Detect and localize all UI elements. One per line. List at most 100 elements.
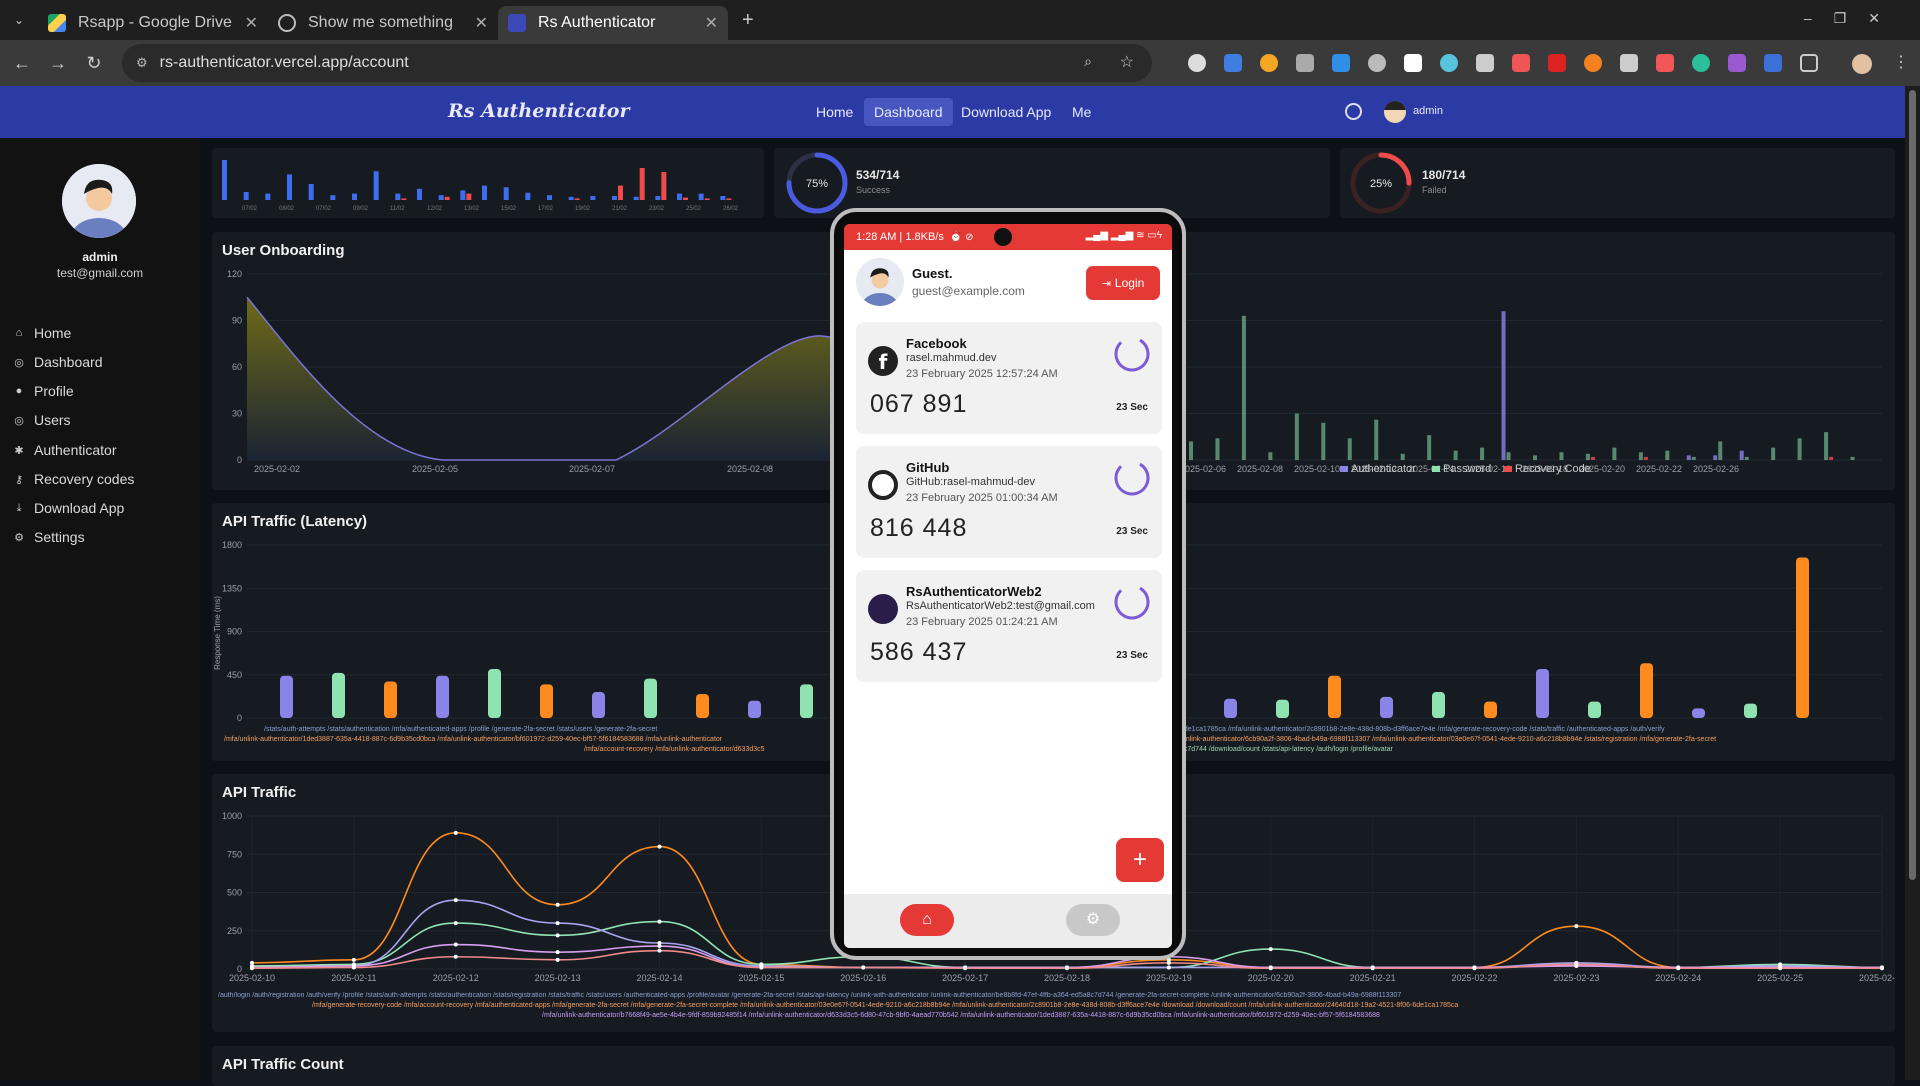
sidebar-item-home[interactable]: ⌂ Home xyxy=(12,325,72,341)
tab-rs-authenticator[interactable]: Rs Authenticator ✕ xyxy=(498,6,728,40)
bar xyxy=(1850,456,1855,460)
github-icon xyxy=(868,470,898,500)
nav-download-app[interactable]: Download App xyxy=(951,98,1061,126)
sidebar-item-profile[interactable]: ● Profile xyxy=(12,383,74,399)
sidebar-item-download-app[interactable]: ⤓ Download App xyxy=(12,500,125,516)
latency-legend-row: 2c7d744 /download/count /stats/api-laten… xyxy=(1180,746,1393,753)
extension-icon[interactable] xyxy=(1584,54,1602,72)
extension-icon[interactable] xyxy=(1404,54,1422,72)
extension-icon[interactable] xyxy=(1728,54,1746,72)
address-bar[interactable]: ⚙ rs-authenticator.vercel.app/account ⌕ … xyxy=(122,44,1152,82)
settings-tab-icon[interactable]: ⚙ xyxy=(1066,904,1120,936)
data-point xyxy=(555,921,560,926)
sidebar-item-authenticator[interactable]: ✱ Authenticator xyxy=(12,442,116,458)
otp-code[interactable]: 067 891 xyxy=(870,390,967,419)
header-avatar[interactable] xyxy=(1384,101,1406,123)
account-card-github[interactable]: GitHub GitHub:rasel-mahmud-dev 23 Februa… xyxy=(856,446,1162,558)
account-card-facebook[interactable]: f Facebook rasel.mahmud.dev 23 February … xyxy=(856,322,1162,434)
extension-icon[interactable] xyxy=(1548,54,1566,72)
bar xyxy=(633,196,639,200)
extension-icon[interactable] xyxy=(1764,54,1782,72)
success-ring: 75% xyxy=(786,152,848,214)
x-tick-label: 2025-02-26 xyxy=(1693,464,1739,474)
tab-google-drive[interactable]: Rsapp - Google Drive ✕ xyxy=(38,6,268,40)
github-icon[interactable] xyxy=(1345,103,1362,120)
extension-icon[interactable] xyxy=(1296,54,1314,72)
extension-icon[interactable] xyxy=(1512,54,1530,72)
sidebar-item-settings[interactable]: ⚙ Settings xyxy=(12,529,85,545)
bookmark-star-icon[interactable]: ☆ xyxy=(1120,52,1134,72)
reload-icon[interactable]: ↻ xyxy=(76,53,112,74)
bar xyxy=(1400,453,1405,460)
page-scrollbar[interactable] xyxy=(1905,86,1920,1080)
bar xyxy=(438,195,444,200)
sidebar: admin test@gmail.com ⌂ Home ◎ Dashboard ● P… xyxy=(0,138,200,1080)
bar xyxy=(436,675,449,718)
otp-countdown: 23 Sec xyxy=(1116,526,1148,537)
extension-icon[interactable] xyxy=(1656,54,1674,72)
x-tick-label: 2025-02-05 xyxy=(412,464,458,474)
header-username[interactable]: admin xyxy=(1413,105,1443,117)
tick-label: 25/02 xyxy=(686,206,702,212)
legend-label: Authenticator xyxy=(1351,463,1416,475)
extension-icon[interactable] xyxy=(1476,54,1494,72)
bar xyxy=(698,193,704,200)
add-account-button[interactable]: + xyxy=(1116,838,1164,882)
data-point xyxy=(555,933,560,938)
account-name: GitHub xyxy=(906,460,950,475)
extension-icon[interactable] xyxy=(1224,54,1242,72)
home-tab-icon[interactable]: ⌂ xyxy=(900,904,954,936)
extension-icon[interactable] xyxy=(1440,54,1458,72)
legend-swatch xyxy=(1432,466,1440,472)
extensions-puzzle-icon[interactable] xyxy=(1800,54,1818,72)
window-controls[interactable]: –❐✕ xyxy=(1804,10,1902,27)
back-icon[interactable]: ← xyxy=(4,53,40,74)
account-username: rasel.mahmud.dev xyxy=(906,352,997,364)
app-logo[interactable]: Rs Authenticator xyxy=(448,100,629,122)
data-point xyxy=(759,965,764,970)
login-button[interactable]: ⇥ Login xyxy=(1086,266,1160,300)
nav-dashboard[interactable]: Dashboard xyxy=(864,98,953,126)
extension-icon[interactable] xyxy=(1188,54,1206,72)
nav-home[interactable]: Home xyxy=(806,98,863,126)
forward-icon[interactable]: → xyxy=(40,53,76,74)
bar xyxy=(332,672,345,718)
otp-code[interactable]: 816 448 xyxy=(870,514,967,543)
extension-icon[interactable] xyxy=(1368,54,1386,72)
new-tab-icon[interactable]: + xyxy=(742,9,754,32)
sidebar-item-dashboard[interactable]: ◎ Dashboard xyxy=(12,354,102,370)
sidebar-item-users[interactable]: ◎ Users xyxy=(12,412,70,428)
extension-icon[interactable] xyxy=(1332,54,1350,72)
tab-show-me-something[interactable]: Show me something ✕ xyxy=(268,6,498,40)
bar xyxy=(395,193,401,200)
site-info-icon[interactable]: ⚙ xyxy=(136,55,148,71)
zoom-icon[interactable]: ⌕ xyxy=(1084,53,1092,70)
account-card-rsauthenticatorweb2[interactable]: RsAuthenticatorWeb2 RsAuthenticatorWeb2:… xyxy=(856,570,1162,682)
bar xyxy=(568,196,574,200)
tick-label: 11/02 xyxy=(390,206,405,212)
extension-icon[interactable] xyxy=(1620,54,1638,72)
sidebar-item-label: Recovery codes xyxy=(34,471,135,487)
otp-code[interactable]: 586 437 xyxy=(870,638,967,667)
profile-avatar-icon[interactable] xyxy=(1852,54,1872,74)
status-time: 1:28 AM | 1.8KB/s xyxy=(856,231,944,243)
x-tick-label: 2025-02-22 xyxy=(1636,464,1682,474)
close-tab-icon[interactable]: ✕ xyxy=(705,13,718,33)
bar xyxy=(1453,450,1458,460)
extension-icon[interactable] xyxy=(1260,54,1278,72)
sidebar-item-recovery-codes[interactable]: ⚷ Recovery codes xyxy=(12,471,134,487)
bar xyxy=(540,684,553,718)
bar xyxy=(1744,456,1749,460)
tab-search-icon[interactable]: ⌄ xyxy=(0,13,38,27)
data-point xyxy=(1268,966,1273,971)
browser-menu-icon[interactable]: ⋮ xyxy=(1893,52,1909,72)
extension-icon[interactable] xyxy=(1692,54,1710,72)
bar xyxy=(1665,450,1670,460)
x-tick-label: 2025-02-25 xyxy=(1757,973,1803,983)
close-tab-icon[interactable]: ✕ xyxy=(245,13,258,33)
y-tick-label: 500 xyxy=(227,888,242,898)
data-point xyxy=(555,902,560,907)
nav-me[interactable]: Me xyxy=(1062,98,1101,126)
phone-bottom-nav: ⌂ ⚙ xyxy=(844,894,1172,948)
close-tab-icon[interactable]: ✕ xyxy=(475,13,488,33)
